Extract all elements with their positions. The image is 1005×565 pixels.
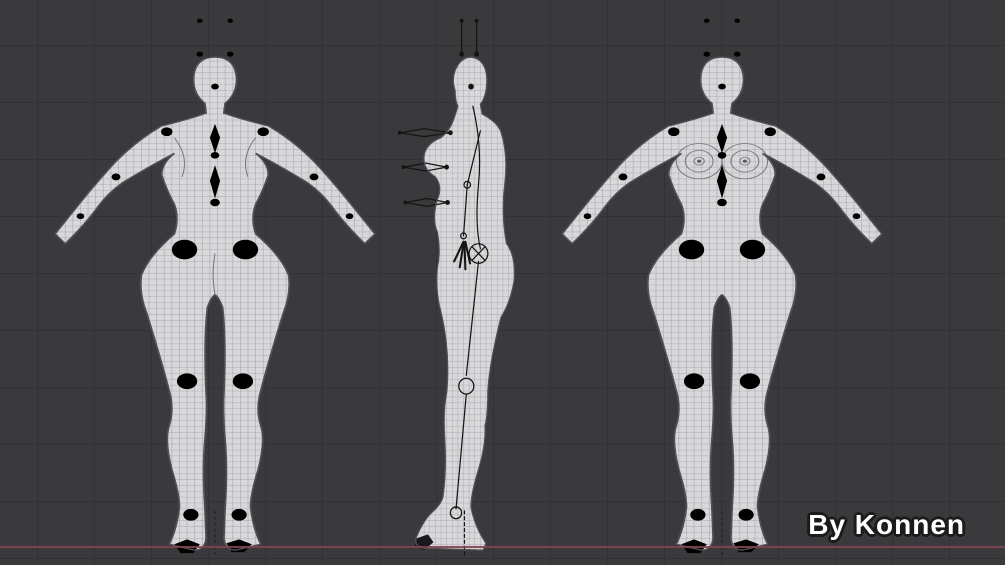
model-side-view[interactable] [396,8,546,558]
body-mesh[interactable] [415,57,515,551]
watermark-text: By Konnen [808,509,965,540]
model-back-view[interactable] [50,8,380,558]
grid-x-axis-line [0,546,1005,548]
model-front-view[interactable] [557,8,887,558]
3d-viewport[interactable]: By Konnen [0,0,1005,565]
